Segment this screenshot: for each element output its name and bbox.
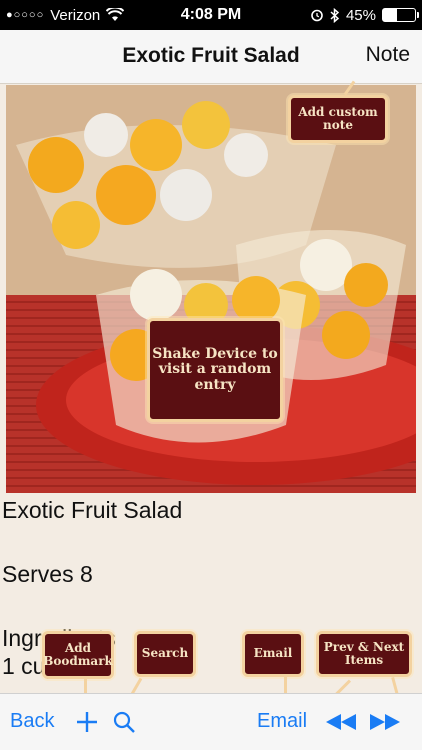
status-left: ●○○○○ Verizon: [6, 7, 166, 24]
status-time: 4:08 PM: [180, 6, 242, 23]
bottom-toolbar: Back Email: [0, 693, 422, 750]
wifi-icon: [106, 8, 125, 21]
battery-icon: [382, 8, 419, 22]
nav-bar: Exotic Fruit Salad Note: [0, 30, 422, 84]
battery-percent: 45%: [345, 6, 376, 24]
search-icon[interactable]: [112, 710, 136, 734]
tip-add-note: Add custom note: [288, 95, 388, 143]
tip-email: Email: [242, 631, 304, 677]
email-button[interactable]: Email: [257, 710, 307, 733]
back-button[interactable]: Back: [10, 710, 54, 733]
status-bar: ●○○○○ Verizon 4:08 PM 45%: [0, 0, 422, 30]
recipe-photo: [6, 85, 416, 493]
fruit-salad-image: [6, 85, 416, 493]
fast-forward-icon[interactable]: [368, 712, 402, 732]
serves-text: Serves 8: [2, 561, 93, 587]
tip-shake-device: Shake Device to visit a random entry: [147, 318, 283, 422]
tip-bookmark: Add Boodmark: [42, 631, 114, 679]
alarm-clock-icon: [311, 9, 323, 22]
carrier-label: Verizon: [50, 6, 101, 24]
page-title: Exotic Fruit Salad: [122, 44, 300, 67]
status-right: 45%: [256, 6, 419, 24]
note-button[interactable]: Note: [366, 43, 410, 67]
tip-prev-next: Prev & Next Items: [316, 631, 412, 677]
rewind-icon[interactable]: [324, 712, 358, 732]
recipe-title: Exotic Fruit Salad: [2, 497, 183, 523]
bluetooth-icon: [330, 7, 340, 23]
signal-dots: ●○○○○: [6, 9, 45, 21]
tip-search: Search: [134, 631, 196, 677]
plus-icon[interactable]: [75, 710, 99, 734]
